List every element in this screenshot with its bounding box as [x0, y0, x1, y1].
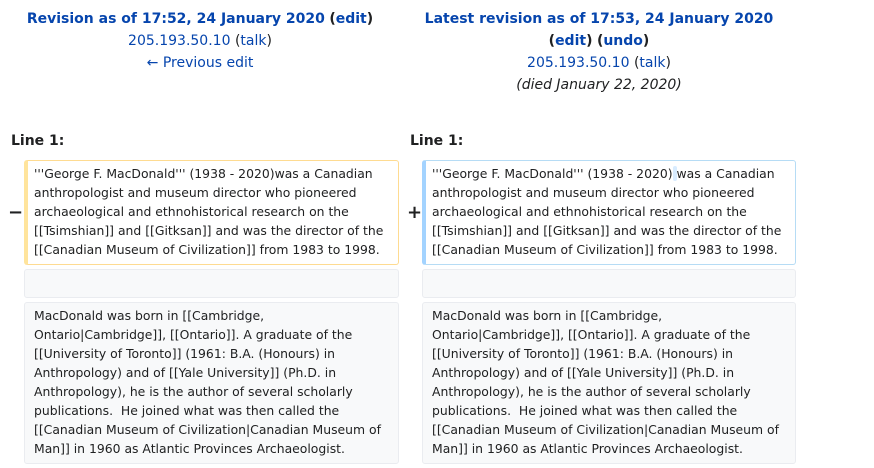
added-line-cell: '''George F. MacDonald''' (1938 - 2020) …: [422, 160, 796, 265]
new-revision-title[interactable]: Latest revision as of 17:53, 24 January …: [425, 11, 774, 27]
context-empty-line-right: [422, 269, 796, 298]
old-talk-link[interactable]: talk: [240, 33, 266, 49]
context-line-left: MacDonald was born in [[Cambridge, Ontar…: [24, 302, 399, 464]
new-talk-link[interactable]: talk: [639, 55, 665, 71]
deleted-line-cell: '''George F. MacDonald''' (1938 - 2020)w…: [24, 160, 399, 265]
edit-summary: (died January 22, 2020): [516, 77, 682, 93]
context-para-right: MacDonald was born in [[Cambridge, Ontar…: [432, 308, 783, 456]
old-edit-link[interactable]: edit: [336, 11, 367, 27]
context-para-left: MacDonald was born in [[Cambridge, Ontar…: [34, 308, 385, 456]
old-para1-before: '''George F. MacDonald''' (1938 - 2020): [34, 166, 275, 181]
left-line-number: Line 1:: [11, 133, 65, 149]
deleted-marker-icon: −: [8, 202, 24, 223]
old-revision-title[interactable]: Revision as of 17:52, 24 January 2020: [27, 11, 325, 27]
new-para1-before: '''George F. MacDonald''' (1938 - 2020): [432, 166, 673, 181]
context-line-right: MacDonald was born in [[Cambridge, Ontar…: [422, 302, 796, 464]
diff-page: Revision as of 17:52, 24 January 2020 (e…: [0, 0, 874, 468]
right-line-number: Line 1:: [410, 133, 464, 149]
new-edit-link[interactable]: edit: [555, 33, 586, 49]
new-revision-header: Latest revision as of 17:53, 24 January …: [424, 11, 774, 93]
old-user-link[interactable]: 205.193.50.10: [128, 33, 230, 49]
new-user-link[interactable]: 205.193.50.10: [527, 55, 629, 71]
previous-edit-link[interactable]: ← Previous edit: [147, 55, 254, 71]
context-empty-line-left: [24, 269, 399, 298]
added-marker-icon: +: [407, 202, 423, 223]
old-revision-header: Revision as of 17:52, 24 January 2020 (e…: [26, 11, 374, 71]
undo-link[interactable]: undo: [603, 33, 643, 49]
